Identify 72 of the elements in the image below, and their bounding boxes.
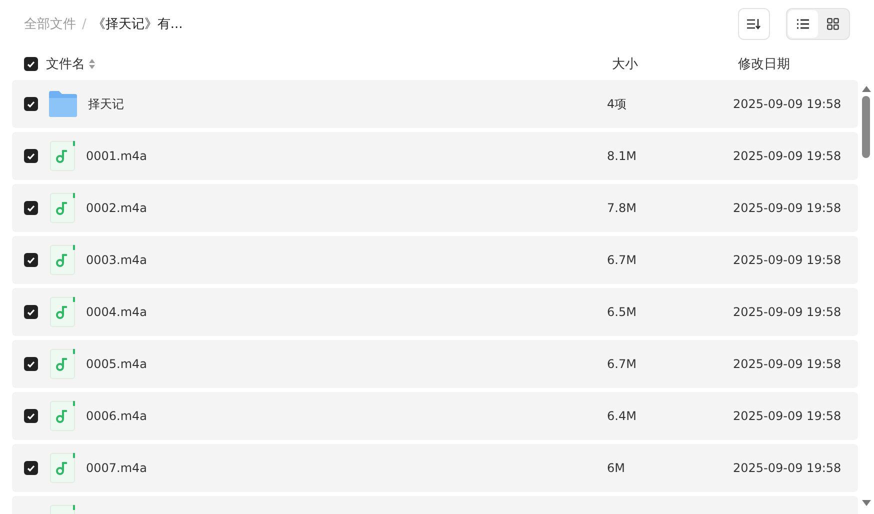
file-size: 7.8M [607, 201, 636, 215]
file-row[interactable]: 0005.m4a 6.7M 2025-09-09 19:58 [12, 340, 858, 388]
file-row[interactable]: 0006.m4a 6.4M 2025-09-09 19:58 [12, 392, 858, 440]
scrollbar-thumb[interactable] [862, 96, 870, 158]
scroll-down-icon[interactable] [862, 500, 870, 506]
breadcrumb-item[interactable]: 《择天记》有... [92, 15, 183, 33]
file-row[interactable]: 0004.m4a 6.5M 2025-09-09 19:58 [12, 288, 858, 336]
scroll-up-icon[interactable] [862, 86, 870, 92]
file-name: 0003.m4a [86, 253, 148, 267]
checkbox[interactable] [24, 97, 38, 111]
sort-icon [747, 18, 761, 30]
file-size: 6.5M [607, 305, 636, 319]
check-icon [27, 464, 35, 472]
modified-date: 2025-09-09 19:58 [733, 253, 842, 267]
file-size: 6M [607, 461, 625, 475]
column-header[interactable]: 修改日期 [738, 55, 874, 73]
checkbox[interactable] [24, 201, 38, 215]
checkbox[interactable] [24, 357, 38, 371]
file-size: 6.7M [607, 253, 636, 267]
check-icon [27, 308, 35, 316]
modified-date: 2025-09-09 19:58 [733, 461, 842, 475]
file-size: 4项 [607, 96, 627, 110]
music-file-icon [50, 193, 76, 223]
checkbox[interactable] [24, 461, 38, 475]
sort-button[interactable] [738, 8, 770, 40]
file-name: 0004.m4a [86, 305, 148, 319]
file-name: 0001.m4a [86, 149, 148, 163]
modified-date: 2025-09-09 19:58 [733, 201, 842, 215]
file-row[interactable]: 0007.m4a 6M 2025-09-09 19:58 [12, 444, 858, 492]
file-row[interactable]: 0003.m4a 6.7M 2025-09-09 19:58 [12, 236, 858, 284]
list-icon [797, 19, 809, 29]
grid-icon [827, 18, 839, 30]
check-icon [27, 100, 35, 108]
checkbox[interactable] [24, 409, 38, 423]
checkbox[interactable] [24, 149, 38, 163]
file-name: 0007.m4a [86, 461, 148, 475]
check-icon [27, 152, 35, 160]
file-size: 8.1M [607, 149, 636, 163]
check-icon [27, 412, 35, 420]
music-file-icon [50, 453, 76, 483]
file-size: 6.4M [607, 409, 636, 423]
file-row[interactable]: 0002.m4a 7.8M 2025-09-09 19:58 [12, 184, 858, 232]
column-header[interactable]: 文件名 [46, 55, 85, 73]
check-icon [27, 360, 35, 368]
music-file-icon [50, 245, 76, 275]
file-size: 6.7M [607, 357, 636, 371]
file-row[interactable]: 0001.m4a 8.1M 2025-09-09 19:58 [12, 132, 858, 180]
music-file-icon [50, 401, 76, 431]
music-file-icon [50, 297, 76, 327]
file-name: 0002.m4a [86, 201, 148, 215]
breadcrumb-separator: / [82, 16, 86, 32]
check-icon [27, 204, 35, 212]
music-file-icon [50, 349, 76, 379]
modified-date: 2025-09-09 19:58 [733, 149, 842, 163]
modified-date: 2025-09-09 19:58 [733, 97, 842, 111]
file-row[interactable]: 择天记 4项 2025-09-09 19:58 [12, 80, 858, 128]
checkbox[interactable] [24, 305, 38, 319]
folder-icon [48, 90, 78, 118]
file-name: 0005.m4a [86, 357, 148, 371]
checkbox[interactable] [24, 57, 38, 71]
modified-date: 2025-09-09 19:58 [733, 357, 842, 371]
sort-icon[interactable] [89, 59, 95, 69]
column-header[interactable]: 大小 [612, 55, 738, 73]
check-icon [27, 256, 35, 264]
checkbox[interactable] [24, 253, 38, 267]
music-file-icon [50, 141, 76, 171]
list-view-button[interactable] [788, 10, 818, 38]
check-icon [27, 60, 35, 68]
file-name: 择天记 [88, 96, 124, 112]
file-name: 0006.m4a [86, 409, 148, 423]
modified-date: 2025-09-09 19:58 [733, 409, 842, 423]
modified-date: 2025-09-09 19:58 [733, 305, 842, 319]
